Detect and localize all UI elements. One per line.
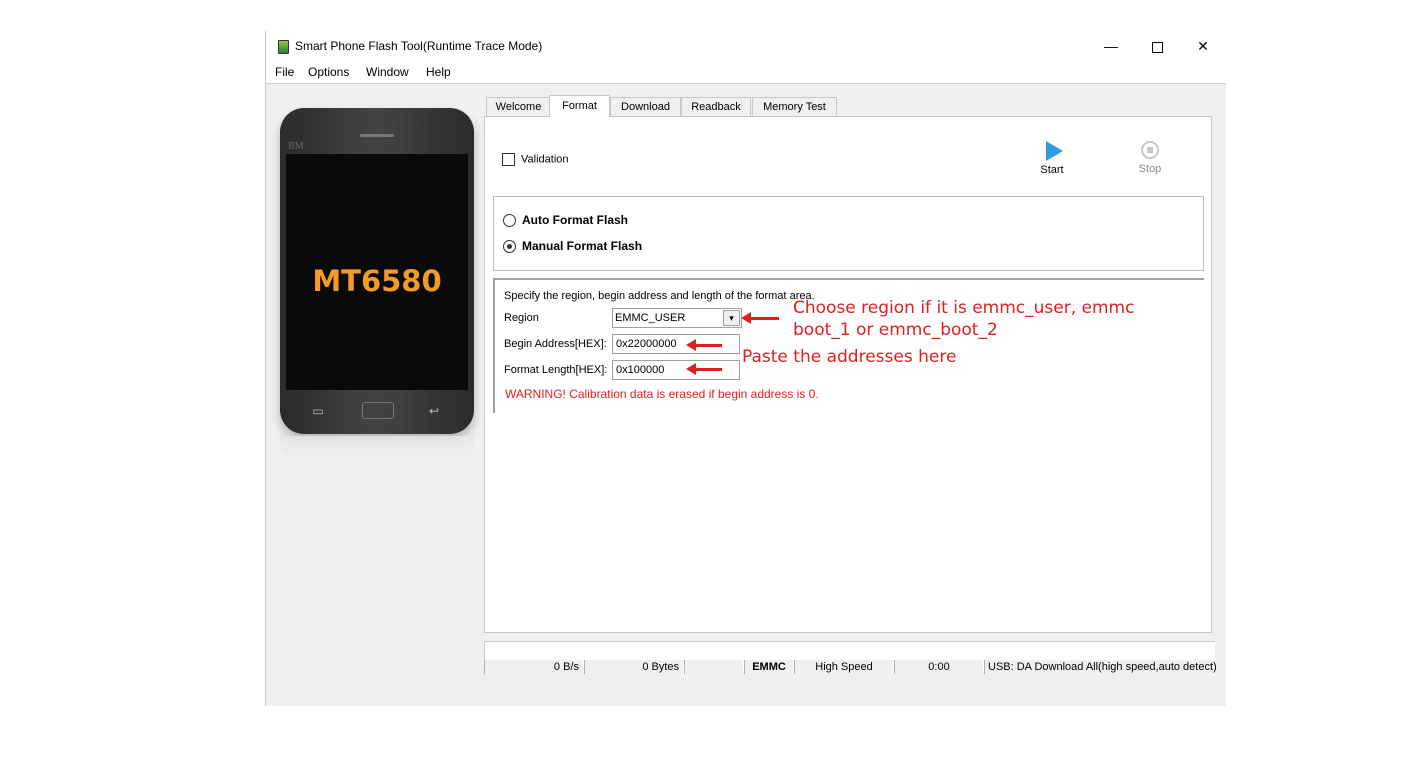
checkbox-box[interactable]: [502, 153, 515, 166]
region-note-line2: boot_1 or emmc_boot_2: [793, 320, 998, 340]
stop-icon: [1141, 141, 1159, 159]
chevron-down-icon[interactable]: ▾: [723, 310, 740, 326]
validation-label: Validation: [521, 153, 569, 166]
status-storage: EMMC: [744, 660, 794, 674]
menu-key-icon: ▭: [312, 404, 324, 418]
format-panel: Validation Start Stop Auto Format Flash …: [484, 116, 1212, 633]
window-title: Smart Phone Flash Tool(Runtime Trace Mod…: [295, 39, 543, 53]
phone-chip-label: MT6580: [312, 264, 442, 298]
tab-format[interactable]: Format: [549, 95, 610, 117]
format-length-value: 0x100000: [616, 364, 665, 376]
format-length-label: Format Length[HEX]:: [504, 364, 608, 376]
phone-reflection: [280, 436, 474, 464]
auto-format-label: Auto Format Flash: [522, 213, 629, 227]
tab-download[interactable]: Download: [610, 97, 681, 116]
status-speed: 0 B/s: [484, 660, 584, 674]
format-mode-group: Auto Format Flash Manual Format Flash: [493, 196, 1204, 271]
begin-address-label: Begin Address[HEX]:: [504, 338, 607, 350]
radio-button-selected[interactable]: [503, 240, 516, 254]
validation-checkbox[interactable]: Validation: [502, 153, 569, 166]
menu-bar: File Options Window Help: [266, 61, 1226, 84]
phone-app-icon: [278, 40, 289, 54]
status-bar: 0 B/s 0 Bytes EMMC High Speed 0:00 USB: …: [484, 660, 1217, 674]
play-icon: [1045, 141, 1063, 161]
tab-welcome[interactable]: Welcome: [486, 97, 551, 116]
manual-format-label: Manual Format Flash: [522, 239, 643, 253]
start-button[interactable]: Start: [1035, 141, 1069, 176]
phone-image: BM MT6580 ▭ ↩: [280, 108, 474, 434]
length-arrow-annotation: [686, 363, 722, 375]
menu-options[interactable]: Options: [308, 65, 349, 79]
flash-tool-window: Smart Phone Flash Tool(Runtime Trace Mod…: [265, 31, 1226, 706]
spec-text: Specify the region, begin address and le…: [504, 290, 815, 302]
menu-help[interactable]: Help: [426, 65, 451, 79]
status-bytes: 0 Bytes: [584, 660, 684, 674]
phone-screen: MT6580: [286, 154, 468, 390]
region-label: Region: [504, 312, 539, 324]
phone-speaker: [360, 134, 394, 137]
minimize-button[interactable]: —: [1088, 31, 1134, 61]
back-key-icon: ↩: [428, 404, 440, 418]
maximize-icon: [1151, 41, 1163, 53]
begin-address-value: 0x22000000: [616, 338, 677, 350]
region-value: EMMC_USER: [615, 312, 686, 324]
status-mode: High Speed: [794, 660, 894, 674]
manual-format-radio[interactable]: Manual Format Flash: [503, 239, 643, 254]
tab-memory-test[interactable]: Memory Test: [752, 97, 837, 116]
status-time: 0:00: [894, 660, 984, 674]
title-bar: Smart Phone Flash Tool(Runtime Trace Mod…: [266, 31, 1226, 61]
region-arrow-annotation: [741, 312, 779, 324]
status-blank: [684, 660, 744, 674]
menu-window[interactable]: Window: [366, 65, 409, 79]
tab-readback[interactable]: Readback: [681, 97, 751, 116]
radio-button[interactable]: [503, 214, 516, 228]
close-button[interactable]: ✕: [1180, 31, 1226, 61]
progress-bar: [484, 641, 1215, 661]
auto-format-radio[interactable]: Auto Format Flash: [503, 213, 629, 228]
menu-file[interactable]: File: [275, 65, 294, 79]
home-key-icon: [362, 402, 394, 419]
region-dropdown[interactable]: EMMC_USER ▾: [612, 308, 742, 328]
region-note-line1: Choose region if it is emmc_user, emmc: [793, 298, 1135, 318]
phone-brand: BM: [288, 142, 304, 152]
status-usb: USB: DA Download All(high speed,auto det…: [984, 660, 1217, 674]
address-note: Paste the addresses here: [742, 347, 957, 367]
maximize-button[interactable]: [1134, 31, 1180, 61]
start-label: Start: [1040, 164, 1064, 176]
stop-label: Stop: [1138, 163, 1162, 175]
stop-button[interactable]: Stop: [1133, 141, 1167, 175]
begin-arrow-annotation: [686, 339, 722, 351]
calibration-warning: WARNING! Calibration data is erased if b…: [505, 387, 819, 401]
